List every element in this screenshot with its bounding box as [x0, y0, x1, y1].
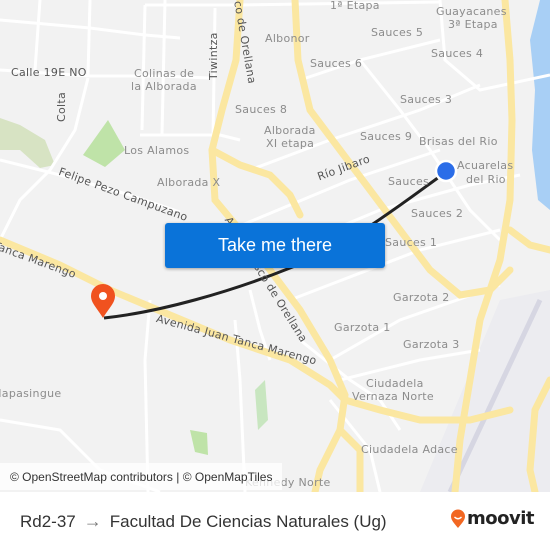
arrow-right-icon: → [83, 511, 102, 531]
street-label: Calle 19E NO [11, 66, 87, 79]
map-label: 3ª Etapa [448, 18, 498, 31]
destination-stop: Facultad De Ciencias Naturales (Ug) [109, 511, 387, 531]
destination-pin-icon [91, 284, 115, 318]
map-label: Sauces 5 [371, 26, 424, 39]
map-label: Garzota 1 [334, 321, 391, 334]
map-label: Ciudadela [366, 377, 424, 390]
origin-marker [434, 159, 458, 183]
map-label: Los Alamos [124, 144, 190, 157]
moovit-pin-icon [451, 509, 465, 528]
map-label: Sauces [388, 175, 430, 188]
route-title: Rd2-37 → Facultad De Ciencias Naturales … [20, 511, 387, 532]
park-area [190, 430, 208, 455]
origin-stop: Rd2-37 [20, 511, 76, 531]
map-label: Garzota 3 [403, 338, 460, 351]
map-label: Alborada [264, 124, 316, 137]
street-label: Tiwintza [207, 32, 220, 80]
map-label: Albonor [265, 32, 310, 45]
map-label: Sauces 1 [385, 236, 438, 249]
map-label: Sauces 3 [400, 93, 453, 106]
map-label: Brisas del Rio [419, 135, 498, 148]
park-area [255, 380, 268, 430]
map-view[interactable]: 1ª Etapa Guayacanes 3ª Etapa Albonor Sau… [0, 0, 550, 492]
moovit-logo[interactable]: moovit [450, 508, 535, 529]
map-label: Garzota 2 [393, 291, 450, 304]
map-label: Sauces 4 [431, 47, 484, 60]
map-label: Sauces 2 [411, 207, 464, 220]
map-label: XI etapa [266, 137, 315, 150]
map-label: Ciudadela Adace [361, 443, 458, 456]
take-me-there-button[interactable]: Take me there [165, 223, 385, 268]
map-label: Sauces 8 [235, 103, 288, 116]
map-label: Mapasingue [0, 387, 62, 400]
river-water [530, 0, 550, 210]
map-label: del Rio [466, 173, 506, 186]
map-label: Vernaza Norte [352, 390, 434, 403]
street-label: Colta [55, 91, 68, 122]
moovit-wordmark: moovit [467, 508, 535, 529]
map-label: Acuarelas [457, 159, 514, 172]
route-footer: Rd2-37 → Facultad De Ciencias Naturales … [0, 492, 550, 550]
map-label: 1ª Etapa [330, 0, 380, 12]
map-label: Sauces 6 [310, 57, 363, 70]
map-label: Sauces 9 [360, 130, 413, 143]
map-label: Guayacanes [436, 5, 507, 18]
park-area [0, 118, 55, 168]
park-area [83, 120, 125, 167]
map-label: la Alborada [131, 80, 197, 93]
map-attribution[interactable]: © OpenStreetMap contributors | © OpenMap… [0, 463, 283, 490]
map-label: Alborada X [157, 176, 221, 189]
map-label: Colinas de [134, 67, 195, 80]
